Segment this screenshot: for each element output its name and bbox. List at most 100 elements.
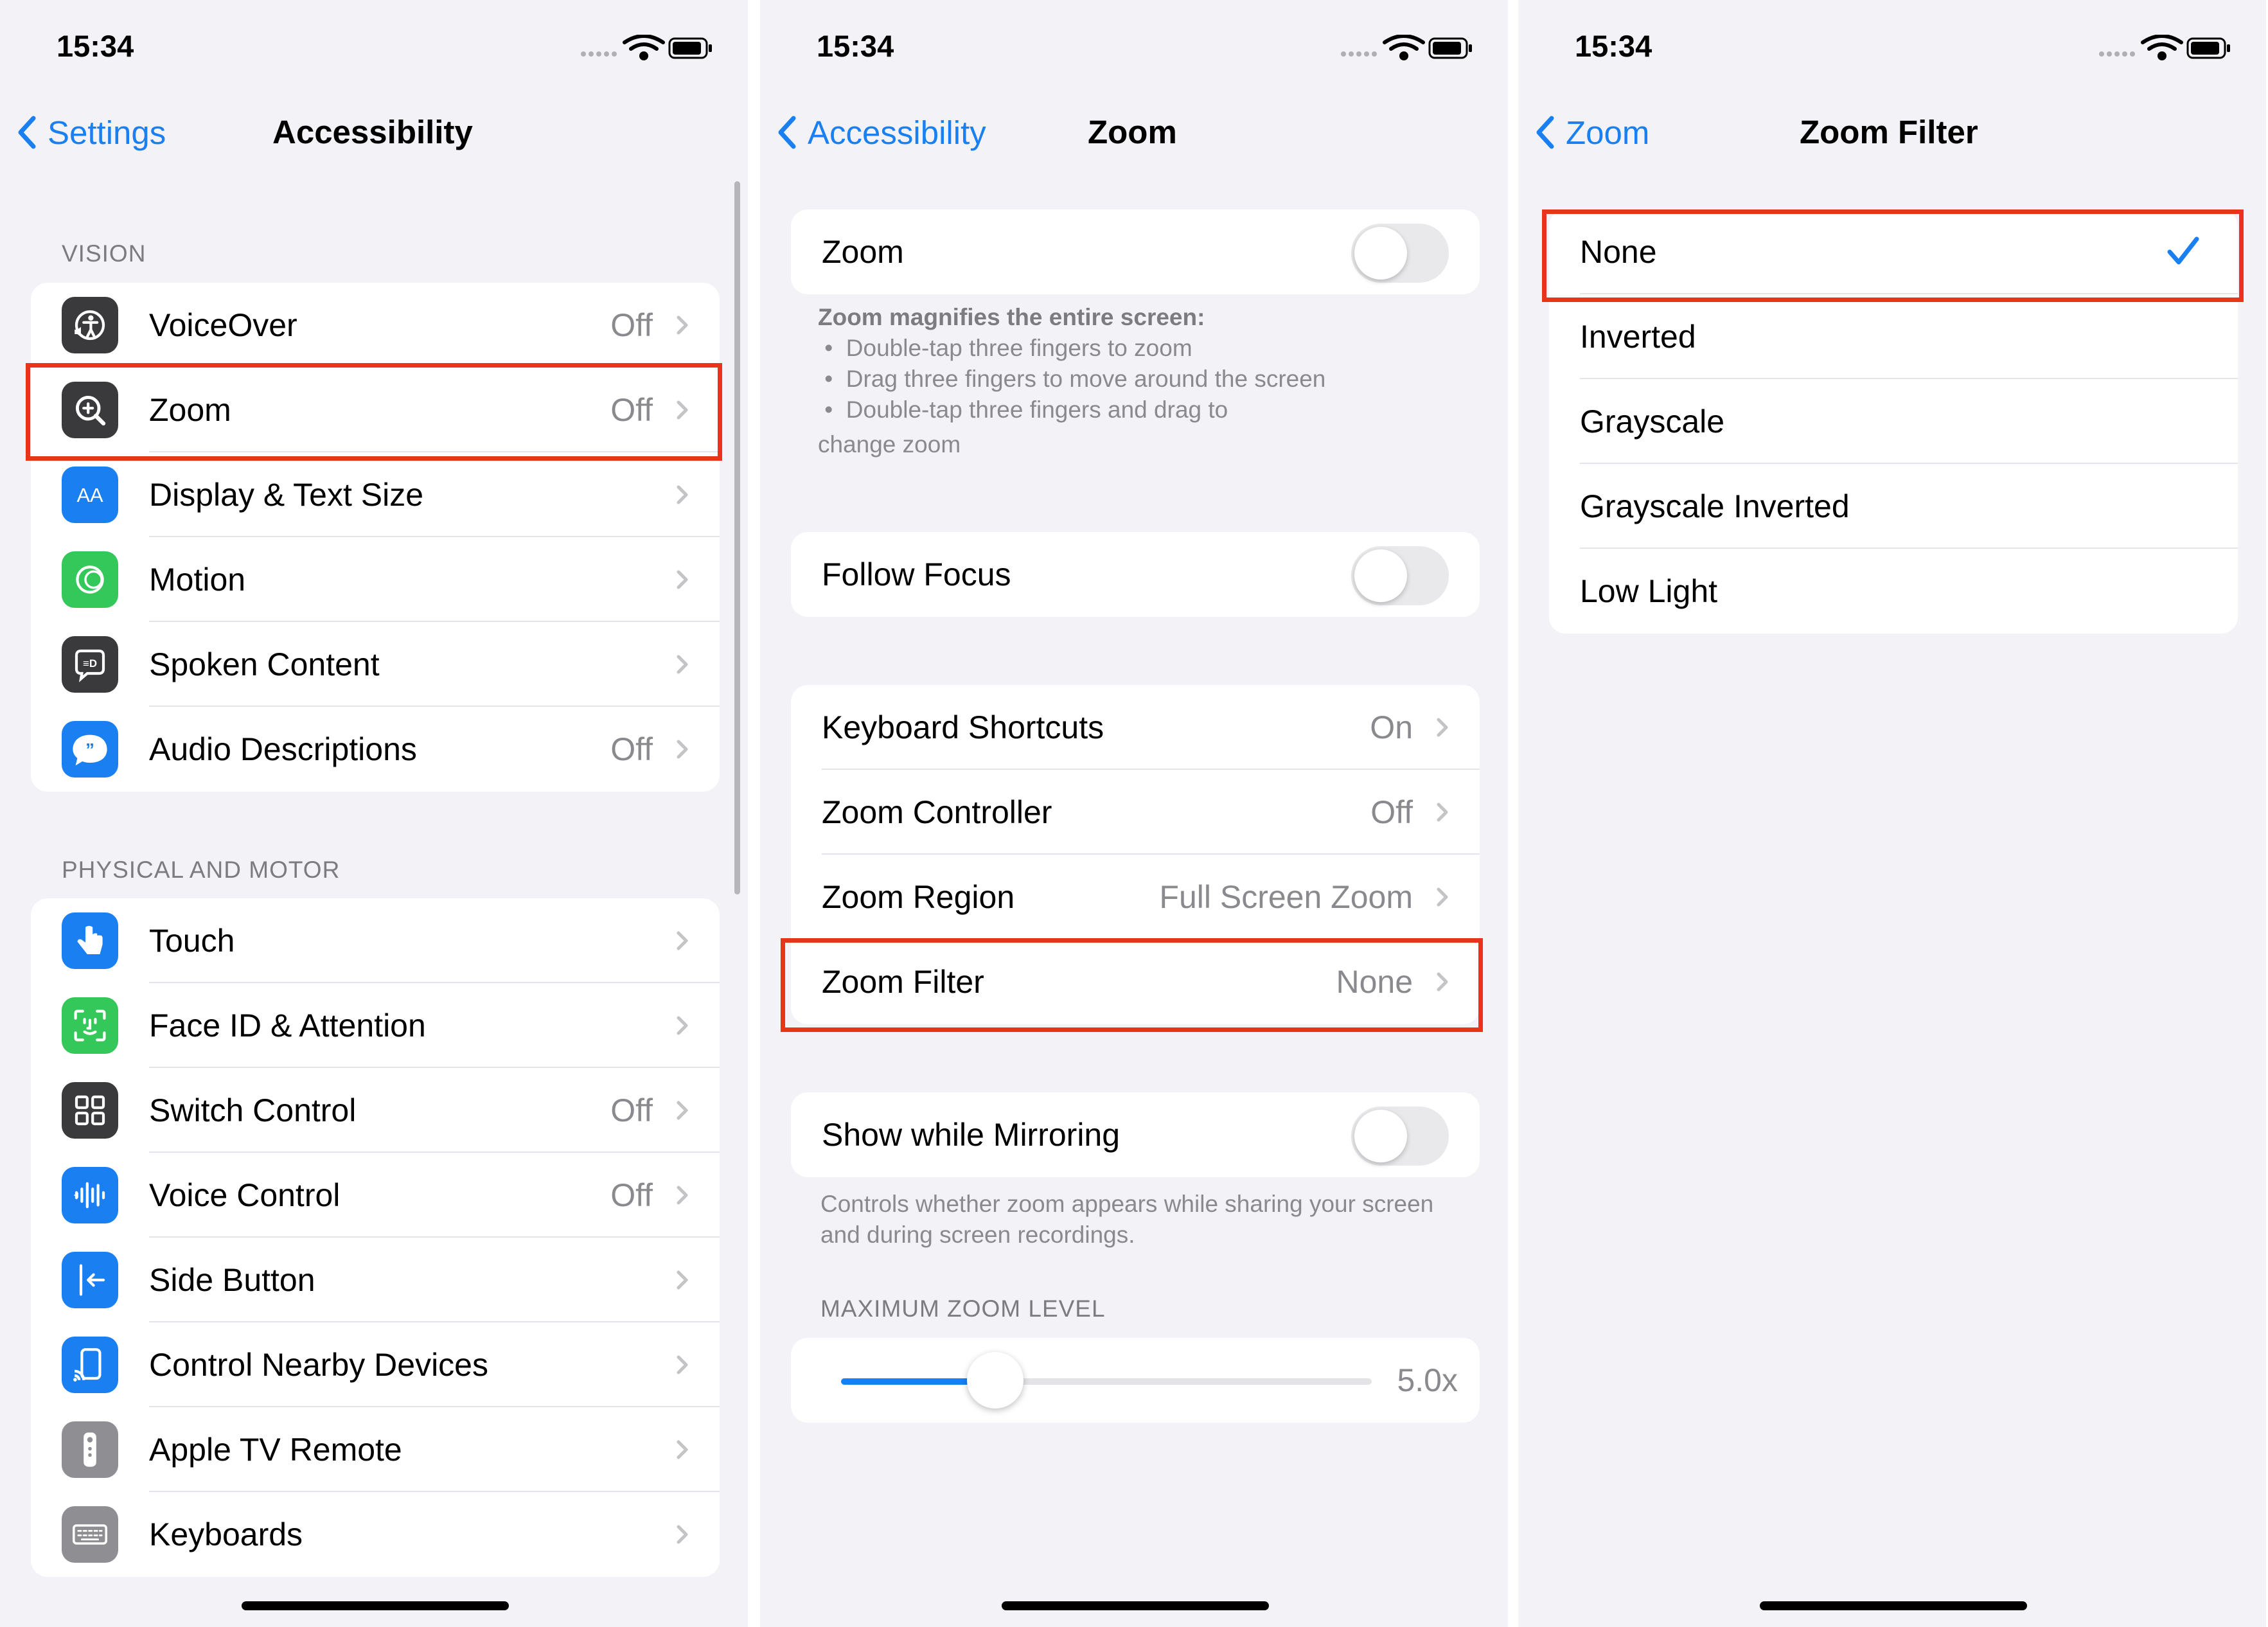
item-label: Control Nearby Devices <box>149 1347 488 1383</box>
wifi-icon <box>1383 35 1425 60</box>
wifi-icon <box>623 35 665 60</box>
home-indicator[interactable] <box>1002 1601 1269 1610</box>
max-zoom-slider-knob[interactable] <box>966 1352 1023 1409</box>
home-indicator[interactable] <box>242 1601 509 1610</box>
keyboard-icon <box>62 1506 118 1563</box>
chevron-left-icon <box>1536 116 1554 149</box>
chevron-right-icon <box>677 1525 688 1544</box>
option-label: Low Light <box>1580 573 1718 609</box>
toggle-knob <box>1354 1110 1407 1162</box>
max-zoom-row: 5.0x <box>791 1338 1480 1423</box>
back-button[interactable]: Zoom <box>1535 114 1650 151</box>
list-item-face-id-attention[interactable]: Face ID & Attention <box>31 983 720 1068</box>
mirroring-row[interactable]: Show while Mirroring <box>791 1092 1480 1177</box>
filter-option-low-light[interactable]: Low Light <box>1549 549 2238 634</box>
list-item-display-text-size[interactable]: AA Display & Text Size <box>31 452 720 537</box>
item-label: Switch Control <box>149 1092 357 1128</box>
list-item-apple-tv-remote[interactable]: Apple TV Remote <box>31 1407 720 1492</box>
wifi-icon <box>2141 35 2183 60</box>
item-value: Off <box>610 307 653 343</box>
chevron-right-icon <box>677 1101 688 1120</box>
zoom-description: Zoom magnifies the entire screen: • Doub… <box>818 302 1460 460</box>
list-item-control-nearby-devices[interactable]: Control Nearby Devices <box>31 1322 720 1407</box>
nav-bar: Zoom Zoom Filter <box>1518 103 2266 161</box>
item-value: Off <box>610 1177 653 1213</box>
setting-zoom-region[interactable]: Zoom Region Full Screen Zoom <box>791 855 1480 939</box>
list-item-voice-control[interactable]: Voice Control Off <box>31 1153 720 1238</box>
filter-option-grayscale[interactable]: Grayscale <box>1549 379 2238 464</box>
page-title: Accessibility <box>272 114 473 150</box>
option-label: Grayscale Inverted <box>1580 488 1850 524</box>
text-size-icon: AA <box>62 467 118 523</box>
list-item-keyboards[interactable]: Keyboards <box>31 1492 720 1577</box>
zoom-description-bullet: • Double-tap three fingers to zoom <box>818 335 1192 361</box>
status-icons <box>2099 35 2230 60</box>
svg-text:AA: AA <box>76 484 103 506</box>
highlight-zoom-row <box>26 363 722 461</box>
option-label: Inverted <box>1580 319 1696 355</box>
list-item-switch-control[interactable]: Switch Control Off <box>31 1068 720 1153</box>
status-icons <box>581 35 712 60</box>
item-label: Touch <box>149 923 235 959</box>
back-button[interactable]: Accessibility <box>777 114 986 151</box>
list-item-motion[interactable]: Motion <box>31 537 720 622</box>
back-label: Zoom <box>1566 114 1650 151</box>
item-value: Off <box>610 1092 653 1128</box>
item-label: Motion <box>149 562 246 598</box>
highlight-zoom-filter-row <box>781 938 1483 1032</box>
tv-remote-icon <box>62 1421 118 1478</box>
side-button-icon <box>62 1252 118 1308</box>
back-button[interactable]: Settings <box>17 114 166 151</box>
setting-zoom-controller[interactable]: Zoom Controller Off <box>791 770 1480 855</box>
svg-text:≡D: ≡D <box>83 657 97 670</box>
item-label: Apple TV Remote <box>149 1432 402 1468</box>
toggle-knob <box>1354 227 1407 280</box>
voiceover-icon <box>62 297 118 353</box>
item-label: Spoken Content <box>149 646 380 682</box>
item-label: Face ID & Attention <box>149 1008 426 1044</box>
chevron-right-icon <box>677 1186 688 1205</box>
back-label: Settings <box>48 114 166 151</box>
chevron-right-icon <box>677 740 688 759</box>
zoom-description-bullet: • Double-tap three fingers and drag to <box>818 396 1228 423</box>
option-label: Grayscale <box>1580 404 1725 440</box>
section-header-physical-motor: PHYSICAL AND MOTOR <box>62 857 341 883</box>
chevron-right-icon <box>677 655 688 674</box>
section-header-max-zoom: MAXIMUM ZOOM LEVEL <box>820 1295 1106 1322</box>
mirroring-description: Controls whether zoom appears while shar… <box>820 1191 1434 1248</box>
list-item-audio-descriptions[interactable]: ” Audio Descriptions Off <box>31 707 720 792</box>
chevron-right-icon <box>677 485 688 504</box>
motor-group: Touch Face ID & Attention Switch Control Of… <box>31 898 720 1577</box>
audio-descriptions-icon: ” <box>62 721 118 778</box>
filter-option-inverted[interactable]: Inverted <box>1549 294 2238 379</box>
list-item-touch[interactable]: Touch <box>31 898 720 983</box>
list-item-spoken-content[interactable]: ≡D Spoken Content <box>31 622 720 707</box>
setting-value: Off <box>1370 794 1413 830</box>
scrollbar[interactable] <box>734 181 740 894</box>
filter-option-grayscale-inverted[interactable]: Grayscale Inverted <box>1549 464 2238 549</box>
zoom-description-tail: change zoom <box>818 431 961 458</box>
spoken-content-icon: ≡D <box>62 636 118 693</box>
list-item-side-button[interactable]: Side Button <box>31 1238 720 1322</box>
motion-icon <box>62 551 118 608</box>
vision-group: VoiceOver Off Zoom Off AA Display & Text Size… <box>31 283 720 792</box>
list-item-voiceover[interactable]: VoiceOver Off <box>31 283 720 368</box>
chevron-left-icon <box>778 116 796 149</box>
item-label: Voice Control <box>149 1177 341 1213</box>
follow-focus-toggle[interactable] <box>1351 546 1449 605</box>
status-time: 15:34 <box>1575 29 1652 63</box>
chevron-right-icon <box>1437 718 1448 737</box>
max-zoom-slider-track[interactable] <box>841 1378 1372 1385</box>
home-indicator[interactable] <box>1760 1601 2027 1610</box>
battery-icon <box>2186 37 2230 59</box>
mirroring-toggle[interactable] <box>1351 1107 1449 1166</box>
zoom-toggle[interactable] <box>1351 224 1449 283</box>
zoom-toggle-row[interactable]: Zoom <box>791 209 1480 294</box>
zoom-screen: 15:34 Accessibility Zoom Zoom Zoom magni… <box>760 0 1508 1627</box>
follow-focus-row[interactable]: Follow Focus <box>791 532 1480 617</box>
section-header-vision: VISION <box>62 240 146 267</box>
setting-keyboard-shortcuts[interactable]: Keyboard Shortcuts On <box>791 685 1480 770</box>
battery-icon <box>1428 37 1472 59</box>
chevron-right-icon <box>677 1016 688 1035</box>
touch-icon <box>62 912 118 969</box>
